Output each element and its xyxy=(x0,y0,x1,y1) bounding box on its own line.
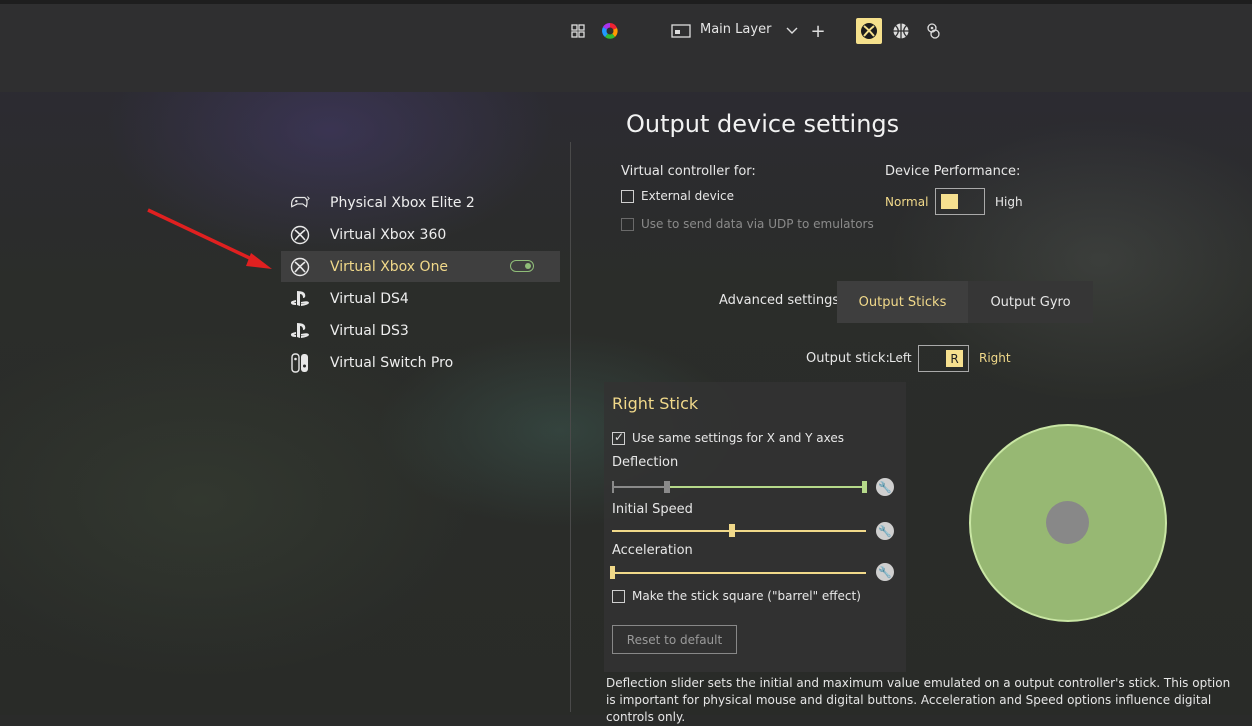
basketball-icon[interactable] xyxy=(891,21,911,41)
device-label: Virtual DS3 xyxy=(330,322,409,339)
wrench-icon[interactable]: 🔧 xyxy=(876,478,894,496)
switch-icon xyxy=(289,352,311,374)
perf-high-label: High xyxy=(995,195,1023,209)
chevron-down-icon[interactable] xyxy=(782,21,802,41)
external-device-label: External device xyxy=(641,189,735,203)
xbox-icon xyxy=(289,224,311,246)
barrel-label: Make the stick square ("barrel" effect) xyxy=(632,589,861,603)
initial-speed-label: Initial Speed xyxy=(612,502,693,517)
output-stick-label: Output stick: xyxy=(806,351,890,366)
same-settings-checkbox[interactable] xyxy=(612,430,625,445)
device-label: Virtual Xbox 360 xyxy=(330,226,447,243)
acceleration-handle[interactable] xyxy=(610,566,615,579)
grid-icon[interactable] xyxy=(568,21,588,41)
elite-controller-icon xyxy=(289,192,311,214)
barrel-checkbox[interactable] xyxy=(612,590,625,603)
udp-checkbox[interactable] xyxy=(621,218,634,231)
wrench-icon[interactable]: 🔧 xyxy=(876,563,894,581)
same-settings-label: Use same settings for X and Y axes xyxy=(632,431,844,445)
xbox-icon[interactable] xyxy=(856,18,882,44)
tab-output-gyro[interactable]: Output Gyro xyxy=(968,281,1093,323)
stick-left-label: Left xyxy=(889,351,912,365)
device-label: Virtual DS4 xyxy=(330,290,409,307)
playstation-icon xyxy=(289,320,311,342)
plus-icon[interactable]: + xyxy=(808,21,828,42)
right-stick-title: Right Stick xyxy=(612,394,699,413)
device-virtual-ds4[interactable]: Virtual DS4 xyxy=(281,283,560,314)
external-device-checkbox[interactable] xyxy=(621,190,634,203)
stick-position-dot xyxy=(1046,501,1089,544)
device-label: Virtual Switch Pro xyxy=(330,354,454,371)
color-wheel-icon[interactable] xyxy=(600,21,620,41)
device-virtual-xbox-one[interactable]: Virtual Xbox One xyxy=(281,251,560,282)
device-virtual-xbox-360[interactable]: Virtual Xbox 360 xyxy=(281,219,560,250)
initial-speed-handle[interactable] xyxy=(729,524,735,537)
xbox-icon xyxy=(289,256,311,278)
performance-toggle[interactable] xyxy=(935,188,985,215)
virtual-controller-for-label: Virtual controller for: xyxy=(621,164,756,179)
deflection-max-handle[interactable] xyxy=(862,481,867,493)
output-stick-toggle[interactable]: R xyxy=(918,345,969,372)
annotation-arrow xyxy=(147,208,272,269)
device-enabled-toggle[interactable] xyxy=(510,260,534,272)
wrench-icon[interactable]: 🔧 xyxy=(876,522,894,540)
device-performance-label: Device Performance: xyxy=(885,164,1021,179)
device-virtual-switch-pro[interactable]: Virtual Switch Pro xyxy=(281,347,560,378)
device-virtual-ds3[interactable]: Virtual DS3 xyxy=(281,315,560,346)
gamepad-icon[interactable] xyxy=(923,21,943,41)
playstation-icon xyxy=(289,288,311,310)
layer-icon[interactable] xyxy=(671,21,691,41)
deflection-label: Deflection xyxy=(612,455,679,470)
acceleration-label: Acceleration xyxy=(612,543,693,558)
stick-value: R xyxy=(946,350,963,367)
device-label: Virtual Xbox One xyxy=(330,258,449,275)
device-label: Physical Xbox Elite 2 xyxy=(330,194,475,211)
info-text: Deflection slider sets the initial and m… xyxy=(606,676,1231,724)
reset-to-default-button[interactable]: Reset to default xyxy=(612,625,737,654)
advanced-settings-label: Advanced settings: xyxy=(719,293,844,308)
page-title: Output device settings xyxy=(626,110,900,138)
udp-label: Use to send data via UDP to emulators xyxy=(641,217,874,231)
top-toolbar: Main Layer + xyxy=(0,0,1252,92)
perf-normal-label: Normal xyxy=(885,195,929,209)
layer-name[interactable]: Main Layer xyxy=(700,22,771,37)
stick-right-label: Right xyxy=(979,351,1011,365)
tab-output-sticks[interactable]: Output Sticks xyxy=(837,281,968,323)
vertical-divider xyxy=(570,142,571,712)
device-physical-xbox-elite-2[interactable]: Physical Xbox Elite 2 xyxy=(281,187,560,218)
deflection-min-handle[interactable] xyxy=(664,481,670,493)
